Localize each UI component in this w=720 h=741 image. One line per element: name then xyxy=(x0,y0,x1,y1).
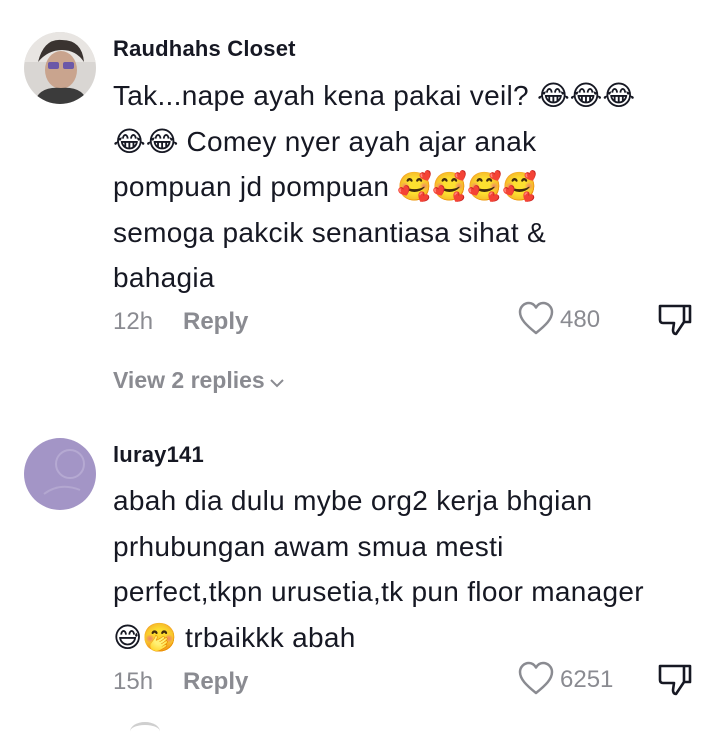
reply-button[interactable]: Reply xyxy=(183,668,248,696)
emoji: 😅🤭 xyxy=(113,620,178,654)
comment-text-line: perfect,tkpn urusetia,tk pun floor manag… xyxy=(113,569,703,615)
emoji: 😂😂 xyxy=(113,124,179,158)
view-replies-label: View 2 replies xyxy=(113,367,265,393)
like-count: 6251 xyxy=(560,666,614,693)
emoji: 🥰🥰🥰🥰 xyxy=(397,170,537,203)
view-replies-button[interactable]: View 2 replies xyxy=(113,367,285,395)
comment-text: abah dia dulu mybe org2 kerja bhgian prhu… xyxy=(113,478,703,660)
heart-icon[interactable] xyxy=(517,660,555,698)
text-segment: semoga pakcik senantiasa sihat & xyxy=(113,216,546,248)
comment-text: Tak...nape ayah kena pakai veil? 😂😂😂 😂😂 C… xyxy=(113,73,703,301)
text-segment: abah dia dulu mybe org2 kerja bhgian xyxy=(113,485,593,516)
comment-text-line: semoga pakcik senantiasa sihat & xyxy=(113,210,703,256)
username[interactable]: Raudhahs Closet xyxy=(113,36,296,62)
comment-text-line: Tak...nape ayah kena pakai veil? 😂😂😂 xyxy=(113,73,703,119)
comment-meta: 15h Reply xyxy=(113,668,713,698)
next-comment-avatar xyxy=(130,722,160,741)
timestamp: 12h xyxy=(113,308,154,335)
thumb-down-icon[interactable] xyxy=(656,660,694,698)
text-segment: prhubungan awam smua mesti xyxy=(113,530,504,562)
comment-text-line: pompuan jd pompuan 🥰🥰🥰🥰 xyxy=(113,164,703,210)
text-segment: Tak...nape ayah kena pakai veil? xyxy=(113,80,537,111)
username[interactable]: luray141 xyxy=(113,442,204,468)
like-count: 480 xyxy=(560,306,601,333)
comment-meta: 12h Reply xyxy=(113,308,713,338)
text-segment: perfect,tkpn urusetia,tk pun floor manag… xyxy=(113,576,644,607)
comment-text-line: abah dia dulu mybe org2 kerja bhgian xyxy=(113,478,703,524)
comment-text-line: 😂😂 Comey nyer ayah ajar anak xyxy=(113,119,703,165)
comment-text-line: 😅🤭 trbaikkk abah xyxy=(113,615,703,661)
chevron-down-icon xyxy=(269,368,285,395)
emoji: 😂😂😂 xyxy=(536,79,636,112)
avatar[interactable] xyxy=(24,32,96,104)
comment-text-line: prhubungan awam smua mesti xyxy=(113,524,703,570)
text-segment: trbaikkk abah xyxy=(177,621,356,653)
comment-text-line: bahagia xyxy=(113,255,703,301)
text-segment: bahagia xyxy=(113,262,215,293)
avatar[interactable] xyxy=(24,438,96,510)
thumb-down-icon[interactable] xyxy=(656,300,694,338)
timestamp: 15h xyxy=(113,668,154,695)
text-segment: pompuan jd pompuan xyxy=(113,171,398,202)
reply-button[interactable]: Reply xyxy=(183,308,248,336)
text-segment: Comey nyer ayah ajar anak xyxy=(178,125,537,157)
heart-icon[interactable] xyxy=(517,300,555,338)
